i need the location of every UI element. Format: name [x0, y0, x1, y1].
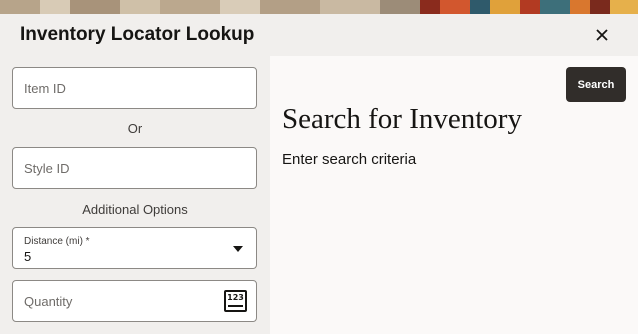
distance-value: 5 [24, 249, 32, 264]
results-subtitle: Enter search criteria [282, 151, 417, 168]
results-panel: Search Search for Inventory Enter search… [270, 56, 638, 334]
results-title: Search for Inventory [282, 103, 522, 135]
close-icon [596, 29, 608, 41]
additional-options-heading: Additional Options [82, 202, 188, 217]
search-button[interactable]: Search [566, 67, 626, 102]
style-id-input[interactable]: Style ID [12, 147, 257, 189]
item-id-input[interactable]: Item ID [12, 67, 257, 109]
item-id-placeholder: Item ID [24, 81, 66, 96]
quantity-placeholder: Quantity [24, 294, 73, 309]
distance-select[interactable]: Distance (mi) * 5 [12, 227, 257, 269]
dialog-title: Inventory Locator Lookup [20, 24, 255, 45]
or-separator: Or [127, 121, 143, 136]
quantity-input[interactable]: Quantity 123 [12, 280, 257, 322]
number-input-icon: 123 [224, 290, 247, 312]
style-id-placeholder: Style ID [24, 161, 70, 176]
search-form: Item ID Or Style ID Additional Options D… [0, 56, 270, 334]
close-button[interactable] [588, 22, 616, 48]
chevron-down-icon [233, 246, 243, 252]
dialog-header: Inventory Locator Lookup [0, 14, 638, 56]
decorative-banner [0, 0, 638, 14]
distance-label: Distance (mi) * [24, 236, 90, 247]
inventory-locator-dialog: Inventory Locator Lookup Item ID Or Styl… [0, 14, 638, 334]
